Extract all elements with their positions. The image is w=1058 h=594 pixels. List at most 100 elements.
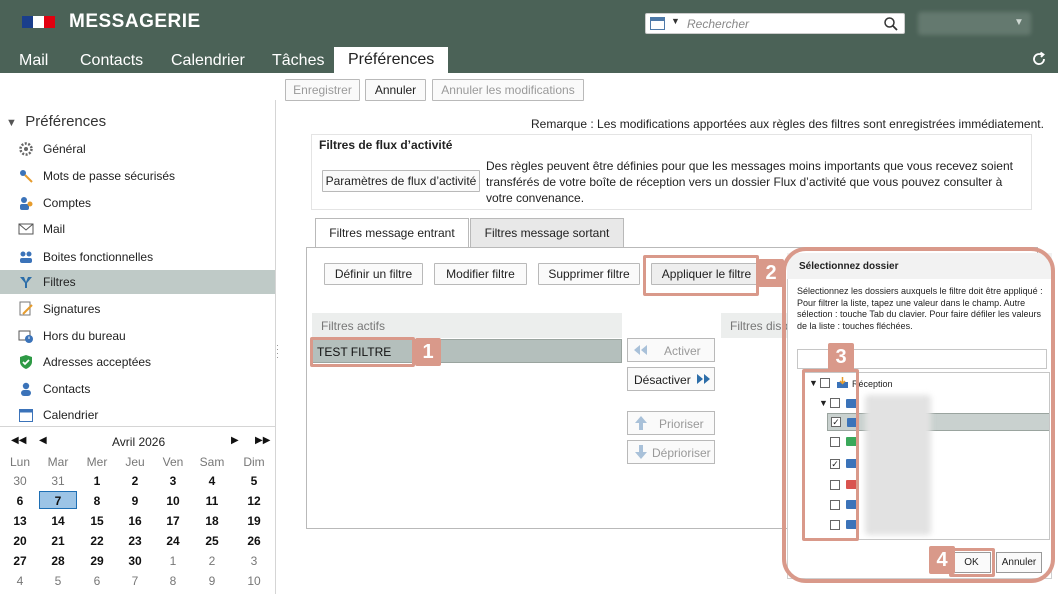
calendar-day[interactable]: 13 — [5, 512, 35, 530]
calendar-day[interactable]: 3 — [239, 552, 269, 570]
calendar-day[interactable]: 24 — [158, 532, 188, 550]
sidebar-item-label: Filtres — [43, 275, 76, 289]
sidebar-item-label: Contacts — [43, 382, 91, 396]
search-icon[interactable] — [883, 16, 899, 32]
calendar-day[interactable]: 15 — [82, 512, 112, 530]
calendar-day[interactable]: 30 — [5, 472, 35, 490]
next-month-icon[interactable]: ▶ — [231, 435, 239, 446]
calendar-day[interactable]: 7 — [120, 572, 150, 590]
sidebar-item-general[interactable]: Général — [0, 137, 275, 161]
double-arrow-right-icon — [697, 374, 710, 384]
sidebar-item-passwords[interactable]: Mots de passe sécurisés — [0, 164, 275, 188]
sidebar-item-out-of-office[interactable]: Hors du bureau — [0, 324, 275, 348]
refresh-icon[interactable] — [1030, 50, 1048, 68]
collapse-triangle-icon[interactable]: ▼ — [6, 117, 17, 129]
save-button[interactable]: Enregistrer — [285, 79, 360, 101]
tab-mail[interactable]: Mail — [19, 52, 48, 70]
activate-button[interactable]: Activer — [627, 338, 715, 362]
tab-preferences[interactable]: Préférences — [334, 47, 449, 73]
filter-icon — [20, 277, 32, 288]
flux-settings-button[interactable]: Paramètres de flux d’activité — [322, 170, 480, 192]
calendar-day[interactable]: 7 — [39, 491, 77, 509]
calendar-day[interactable]: 5 — [239, 472, 269, 490]
sidebar-item-filters[interactable]: Filtres — [0, 270, 275, 294]
calendar-day[interactable]: 19 — [239, 512, 269, 530]
calendar-day[interactable]: 9 — [120, 492, 150, 510]
sidebar-title[interactable]: ▼ Préférences — [6, 113, 106, 130]
remark-text: Remarque : Les modifications apportées a… — [531, 117, 1044, 131]
deactivate-button[interactable]: Désactiver — [627, 367, 715, 391]
cancel-changes-button[interactable]: Annuler les modifications — [432, 79, 584, 101]
calendar-day[interactable]: 14 — [43, 512, 73, 530]
tab-outgoing-filters[interactable]: Filtres message sortant — [470, 218, 624, 248]
calendar-day[interactable]: 17 — [158, 512, 188, 530]
prev-month-icon[interactable]: ◀ — [39, 435, 47, 446]
calendar-day[interactable]: 1 — [158, 552, 188, 570]
calendar-day[interactable]: 2 — [197, 552, 227, 570]
delete-filter-button[interactable]: Supprimer filtre — [538, 263, 640, 285]
sidebar-item-shared-boxes[interactable]: Boites fonctionnelles — [0, 245, 275, 269]
calendar-day[interactable]: 26 — [239, 532, 269, 550]
marianne-logo-icon — [22, 16, 56, 28]
active-filters-header: Filtres actifs — [312, 313, 622, 338]
tab-contacts[interactable]: Contacts — [80, 52, 143, 70]
search-box[interactable]: ▼ Rechercher — [645, 13, 905, 34]
calendar-day[interactable]: 22 — [82, 532, 112, 550]
calendar-dow: Lun — [9, 455, 31, 469]
calendar-day[interactable]: 30 — [120, 552, 150, 570]
calendar-day[interactable]: 4 — [5, 572, 35, 590]
highlight-3 — [802, 369, 859, 541]
sidebar-item-accepted-addresses[interactable]: Adresses acceptées — [0, 350, 275, 374]
tab-tasks[interactable]: Tâches — [272, 52, 324, 70]
highlight-4 — [949, 548, 995, 577]
calendar-day[interactable]: 3 — [158, 472, 188, 490]
calendar-day[interactable]: 6 — [5, 492, 35, 510]
define-filter-button[interactable]: Définir un filtre — [324, 263, 423, 285]
calendar-day[interactable]: 10 — [158, 492, 188, 510]
prev-year-icon[interactable]: ◀◀ — [11, 435, 26, 446]
calendar-day[interactable]: 18 — [197, 512, 227, 530]
calendar-day[interactable]: 31 — [43, 472, 73, 490]
modify-filter-button[interactable]: Modifier filtre — [434, 263, 527, 285]
chevron-down-icon[interactable]: ▼ — [1014, 17, 1024, 28]
tab-incoming-filters[interactable]: Filtres message entrant — [315, 218, 469, 249]
calendar-day[interactable]: 9 — [197, 572, 227, 590]
sidebar-item-mail[interactable]: Mail — [0, 217, 275, 241]
calendar-day[interactable]: 6 — [82, 572, 112, 590]
calendar-day[interactable]: 20 — [5, 532, 35, 550]
deprioritize-label: Déprioriser — [652, 446, 711, 460]
deactivate-label: Désactiver — [634, 373, 691, 387]
calendar-day[interactable]: 10 — [239, 572, 269, 590]
deprioritize-button[interactable]: Déprioriser — [627, 440, 715, 464]
sidebar-item-calendar[interactable]: Calendrier — [0, 403, 275, 427]
calendar-dow: Mer — [86, 455, 108, 469]
search-input[interactable]: Rechercher — [687, 17, 749, 31]
search-scope-dropdown-icon[interactable]: ▼ — [671, 16, 680, 26]
calendar-day[interactable]: 28 — [43, 552, 73, 570]
calendar-day[interactable]: 25 — [197, 532, 227, 550]
sidebar-item-accounts[interactable]: Comptes — [0, 191, 275, 215]
calendar-day[interactable]: 12 — [239, 492, 269, 510]
tab-calendar[interactable]: Calendrier — [171, 52, 245, 70]
calendar-day[interactable]: 8 — [82, 492, 112, 510]
calendar-day[interactable]: 16 — [120, 512, 150, 530]
calendar-day[interactable]: 5 — [43, 572, 73, 590]
calendar-day[interactable]: 11 — [197, 492, 227, 510]
next-year-icon[interactable]: ▶▶ — [255, 435, 270, 446]
cancel-button[interactable]: Annuler — [365, 79, 426, 101]
calendar-day[interactable]: 2 — [120, 472, 150, 490]
calendar-day[interactable]: 23 — [120, 532, 150, 550]
flux-title: Filtres de flux d’activité — [319, 138, 453, 152]
prioritize-button[interactable]: Prioriser — [627, 411, 715, 435]
calendar-day[interactable]: 29 — [82, 552, 112, 570]
sidebar-title-label: Préférences — [25, 113, 107, 130]
sidebar-item-signatures[interactable]: Signatures — [0, 297, 275, 321]
sidebar-item-contacts[interactable]: Contacts — [0, 377, 275, 401]
calendar-day[interactable]: 27 — [5, 552, 35, 570]
search-scope-calendar-icon[interactable] — [650, 17, 665, 30]
calendar-day[interactable]: 21 — [43, 532, 73, 550]
splitter-handle[interactable]: · · · · — [276, 341, 279, 362]
calendar-day[interactable]: 4 — [197, 472, 227, 490]
calendar-day[interactable]: 8 — [158, 572, 188, 590]
calendar-day[interactable]: 1 — [82, 472, 112, 490]
